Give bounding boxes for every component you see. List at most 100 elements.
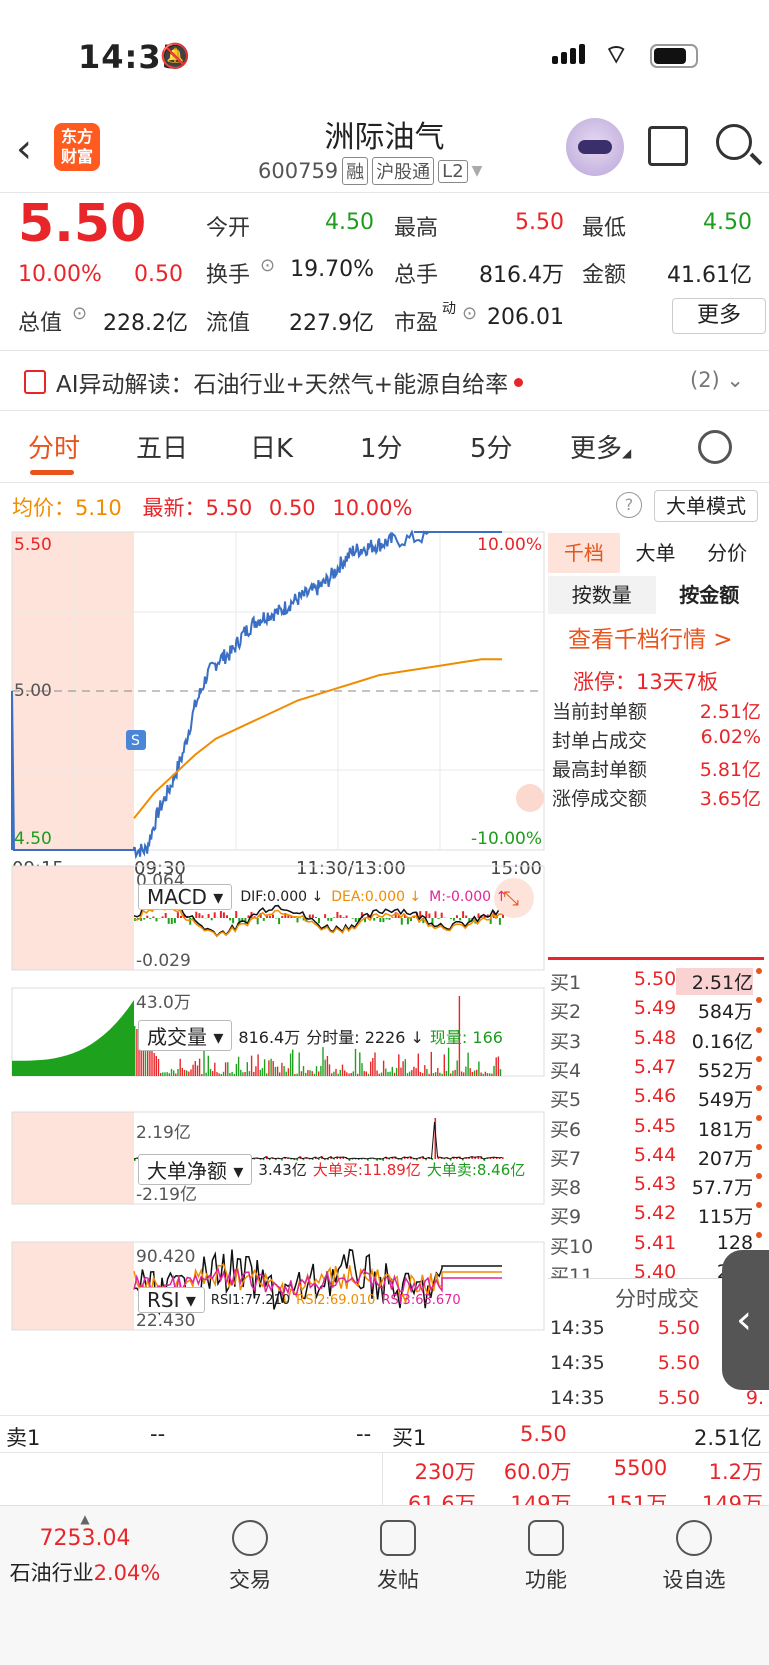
tag-margin: 融 [342,157,369,185]
assistant-robot-icon[interactable] [566,118,624,176]
big-order-dropdown[interactable]: 大单净额 ▾ [138,1154,253,1185]
volume-bar [222,1071,225,1076]
macd-bar [222,912,225,918]
gear-icon[interactable] [698,430,732,464]
volume-bar [382,1060,385,1076]
volume-bar [149,1047,151,1076]
tab-intraday[interactable]: 分时 [28,428,80,465]
order-book-row[interactable]: 买4 5.47 552万 [550,1055,762,1083]
volume-bar [211,1070,214,1076]
volume-bar [164,1072,166,1076]
volume-bar [331,1073,333,1076]
order-book-row[interactable]: 买9 5.42 115万 [550,1202,762,1229]
info-icon[interactable]: ⊙ [462,303,477,324]
macd-bar [155,918,158,922]
ai-analysis-row[interactable]: AI异动解读： 石油行业+天然气+能源自给率 [24,365,524,399]
volume-bar [294,1073,296,1076]
macd-bar [176,912,179,918]
tab-five-day[interactable]: 五日 [136,428,188,465]
industry-index[interactable]: ▲ 7253.04 石油行业2.04% [0,1512,170,1587]
volume-bar [463,1072,465,1076]
volume-bar [344,1070,346,1076]
order-book-row[interactable]: 买6 5.45 181万 [550,1114,762,1142]
macd-bar [373,918,376,921]
volume-bar [465,1066,467,1076]
order-book-row[interactable]: 买2 5.49 584万 [550,997,762,1024]
macd-bar [167,918,170,924]
current-price: 5.50 [18,194,147,254]
volume-bar [428,1073,430,1076]
volume-bar [246,1062,248,1076]
trade-button[interactable]: 交易 [190,1520,310,1594]
order-book-row[interactable]: 买7 5.44 207万 [550,1143,762,1171]
macd-bar [308,914,311,918]
tab-price-dist[interactable]: 分价 [691,533,763,573]
macd-bar [281,915,284,918]
volume-bar [328,1064,331,1076]
view-qiandang-link[interactable]: 查看千档行情 > [568,620,733,654]
function-button[interactable]: 功能 [486,1520,606,1594]
rsi-dropdown[interactable]: RSI ▾ [138,1287,205,1313]
macd-bar [318,918,320,924]
volume-bar [439,1072,441,1076]
volume-bar [469,1068,471,1076]
right-subtabs: 按数量 按金额 [548,576,763,614]
order-book-row[interactable]: 买3 5.48 0.16亿 [550,1026,762,1054]
turnover-label: 换手 [206,263,251,288]
macd-bar [161,916,164,918]
macd-bar [345,915,348,918]
volume-bar [194,1061,196,1076]
macd-bar [201,915,204,918]
tab-more[interactable]: 更多◢ [570,428,631,465]
volume-bar [157,1059,160,1076]
ai-count[interactable]: (2) ⌄ [690,368,744,392]
volume-bar [497,1056,500,1076]
volume-bar [279,1072,281,1076]
volume-bar [261,1068,264,1076]
volume-bar [218,1073,220,1076]
volume-bar [272,1061,274,1076]
pe-sup: 动 [442,301,456,317]
volume-bar [318,1071,320,1076]
volume-dropdown[interactable]: 成交量 ▾ [138,1020,233,1051]
volume-bar [339,1069,341,1076]
order-book-row[interactable]: 买1 5.50 2.51亿 [550,968,762,995]
stat-label: 涨停成交额 [552,788,648,810]
stat-value: 6.02% [700,726,761,748]
order-book-row[interactable]: 买5 5.46 549万 [550,1085,762,1112]
volume-bar [198,1058,201,1076]
info-icon[interactable]: ⊙ [72,303,87,324]
volume-bar [486,1073,489,1076]
macd-bar [342,917,345,918]
tab-qiandang[interactable]: 千档 [548,533,620,573]
collapse-panel-button[interactable]: ‹ [722,1250,769,1390]
info-icon[interactable]: ⊙ [260,255,275,276]
macd-bar [462,911,465,918]
tab-daily-k[interactable]: 日K [250,428,293,465]
share-icon[interactable] [648,126,688,166]
volume-bar [231,1071,233,1076]
tab-5min[interactable]: 5分 [470,428,513,465]
search-icon[interactable] [716,124,752,160]
macd-bar [459,918,462,921]
more-button[interactable]: 更多 [672,298,766,334]
big-order-mode-button[interactable]: 大单模式 [654,490,758,522]
order-book-row[interactable]: 买8 5.43 57.7万 [550,1173,762,1200]
wifi-icon: ⌔ [604,40,629,70]
volume-bar [285,1071,287,1076]
stock-code-row[interactable]: 600759 融 沪股通 L2 ▼ [258,157,482,185]
volume-bar [393,1072,396,1076]
intraday-charts[interactable]: 5.50 5.00 4.50 10.00% -10.00% S 09:15 09… [0,530,548,1418]
tab-by-quantity[interactable]: 按数量 [548,576,656,614]
watchlist-button[interactable]: 设自选 [634,1520,754,1594]
tab-by-amount[interactable]: 按金额 [655,576,763,614]
macd-bar [210,918,213,921]
post-button[interactable]: 发帖 [338,1520,458,1594]
volume-bar [499,1069,502,1076]
macd-dropdown[interactable]: MACD ▾ [138,884,233,910]
tab-1min[interactable]: 1分 [360,428,403,465]
tab-big-order[interactable]: 大单 [620,533,692,573]
help-icon[interactable]: ? [616,492,642,518]
volume-bar [307,1070,309,1076]
pe-label: 市盈 [394,311,439,336]
